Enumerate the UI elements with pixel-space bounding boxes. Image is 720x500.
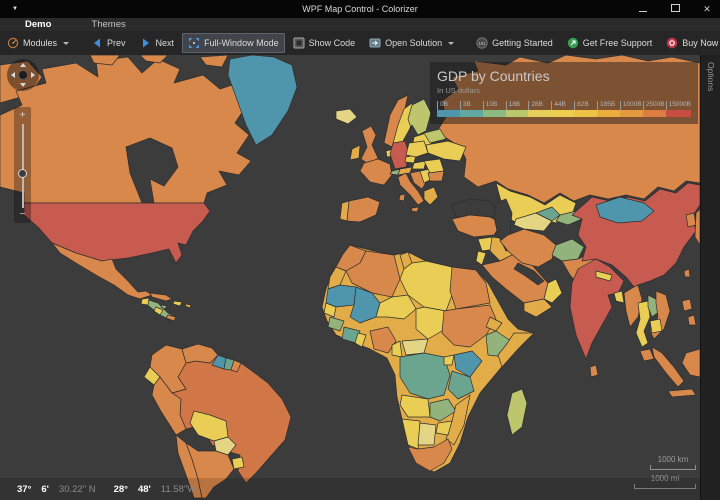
toolbar: Modules Prev Next Full-Window Mode Show … (0, 31, 720, 56)
zoom-in-button[interactable]: + (14, 111, 31, 121)
legend-stop: 15000B (665, 101, 692, 117)
minimize-button[interactable] (638, 4, 648, 14)
scalebar-km: 1000 km (650, 455, 696, 470)
app-window: ▼ WPF Map Control - Colorizer ✕ Demo The… (0, 0, 720, 500)
legend-stop: 1000B (619, 101, 643, 117)
getting-started-button[interactable]: 101 Getting Started (470, 33, 559, 53)
open-solution-button[interactable]: Open Solution (363, 33, 460, 53)
latitude-degrees: 37° (17, 483, 32, 495)
toolbar-overflow-button[interactable]: ⌄ (707, 39, 714, 48)
legend-color-scale: 0B 3B 10B 18B 28B 44B 82B 185B 1000B 2500B 15000B (437, 101, 692, 117)
show-code-icon (293, 37, 305, 49)
map-canvas[interactable]: + − GDP by Countries In US dollars 0B 3B 1… (0, 55, 700, 500)
next-icon (142, 38, 149, 48)
legend-stop: 18B (505, 101, 529, 117)
latitude-minutes: 6' (41, 483, 49, 495)
pan-left-icon[interactable] (11, 72, 15, 78)
modules-icon (7, 37, 19, 49)
country-madagascar (506, 388, 528, 436)
legend-subtitle: In US dollars (437, 86, 480, 95)
pan-right-icon[interactable] (31, 72, 35, 78)
prev-button[interactable]: Prev (85, 33, 132, 53)
tab-themes[interactable]: Themes (91, 19, 125, 30)
legend-title: GDP by Countries (437, 68, 550, 84)
legend-stop: 3B (459, 101, 483, 117)
prev-icon (94, 38, 101, 48)
zoom-out-button[interactable]: − (14, 210, 31, 220)
country-uk (360, 125, 379, 166)
legend-stop: 82B (574, 101, 598, 117)
legend-stop: 28B (528, 101, 552, 117)
chevron-down-icon (448, 41, 455, 45)
buy-now-icon (667, 37, 678, 49)
coordinates-status-bar: 37° 6' 30.22" N 28° 48' 11.58"W (0, 478, 700, 500)
longitude-degrees: 28° (113, 483, 128, 495)
zoom-slider-thumb[interactable] (18, 169, 27, 178)
window-title: WPF Map Control - Colorizer (302, 4, 418, 14)
open-solution-icon (369, 38, 381, 48)
country-spain (346, 196, 381, 223)
pan-up-icon[interactable] (20, 63, 26, 67)
get-free-support-button[interactable]: Get Free Support (561, 33, 659, 53)
pan-control[interactable] (7, 59, 39, 91)
modules-button[interactable]: Modules (1, 33, 75, 53)
legend-stop: 44B (551, 101, 575, 117)
chevron-down-icon (63, 41, 70, 45)
get-free-support-icon (567, 37, 578, 49)
pan-center-knob[interactable] (18, 70, 28, 80)
options-panel-tab[interactable]: Options (700, 55, 720, 500)
zoom-slider-track[interactable] (22, 124, 24, 208)
zoom-slider[interactable]: + − (14, 107, 31, 223)
getting-started-icon: 101 (476, 37, 488, 49)
longitude-minutes: 48' (137, 483, 151, 495)
latitude-seconds: 30.22" N (58, 483, 96, 495)
next-button[interactable]: Next (134, 33, 181, 53)
show-code-button[interactable]: Show Code (287, 33, 362, 53)
window-menu-icon[interactable]: ▼ (12, 6, 18, 12)
svg-text:101: 101 (479, 41, 487, 46)
legend-stop: 185B (597, 101, 620, 117)
legend-stop: 10B (482, 101, 506, 117)
full-window-mode-icon (189, 38, 200, 48)
legend-stop: 0B (437, 101, 460, 117)
gdp-legend-panel: GDP by Countries In US dollars 0B 3B 10B 18… (430, 62, 698, 124)
close-button[interactable]: ✕ (702, 4, 712, 15)
maximize-button[interactable] (670, 4, 680, 14)
legend-stop: 2500B (642, 101, 666, 117)
country-france (359, 158, 393, 186)
pan-down-icon[interactable] (20, 83, 26, 87)
options-label: Options (706, 62, 716, 92)
full-window-mode-button[interactable]: Full-Window Mode (182, 33, 285, 53)
ribbon-tabs: Demo Themes (0, 18, 720, 33)
tab-demo[interactable]: Demo (25, 19, 52, 33)
country-usa (23, 202, 211, 264)
longitude-seconds: 11.58"W (160, 483, 197, 495)
title-bar[interactable]: ▼ WPF Map Control - Colorizer ✕ (0, 0, 720, 18)
